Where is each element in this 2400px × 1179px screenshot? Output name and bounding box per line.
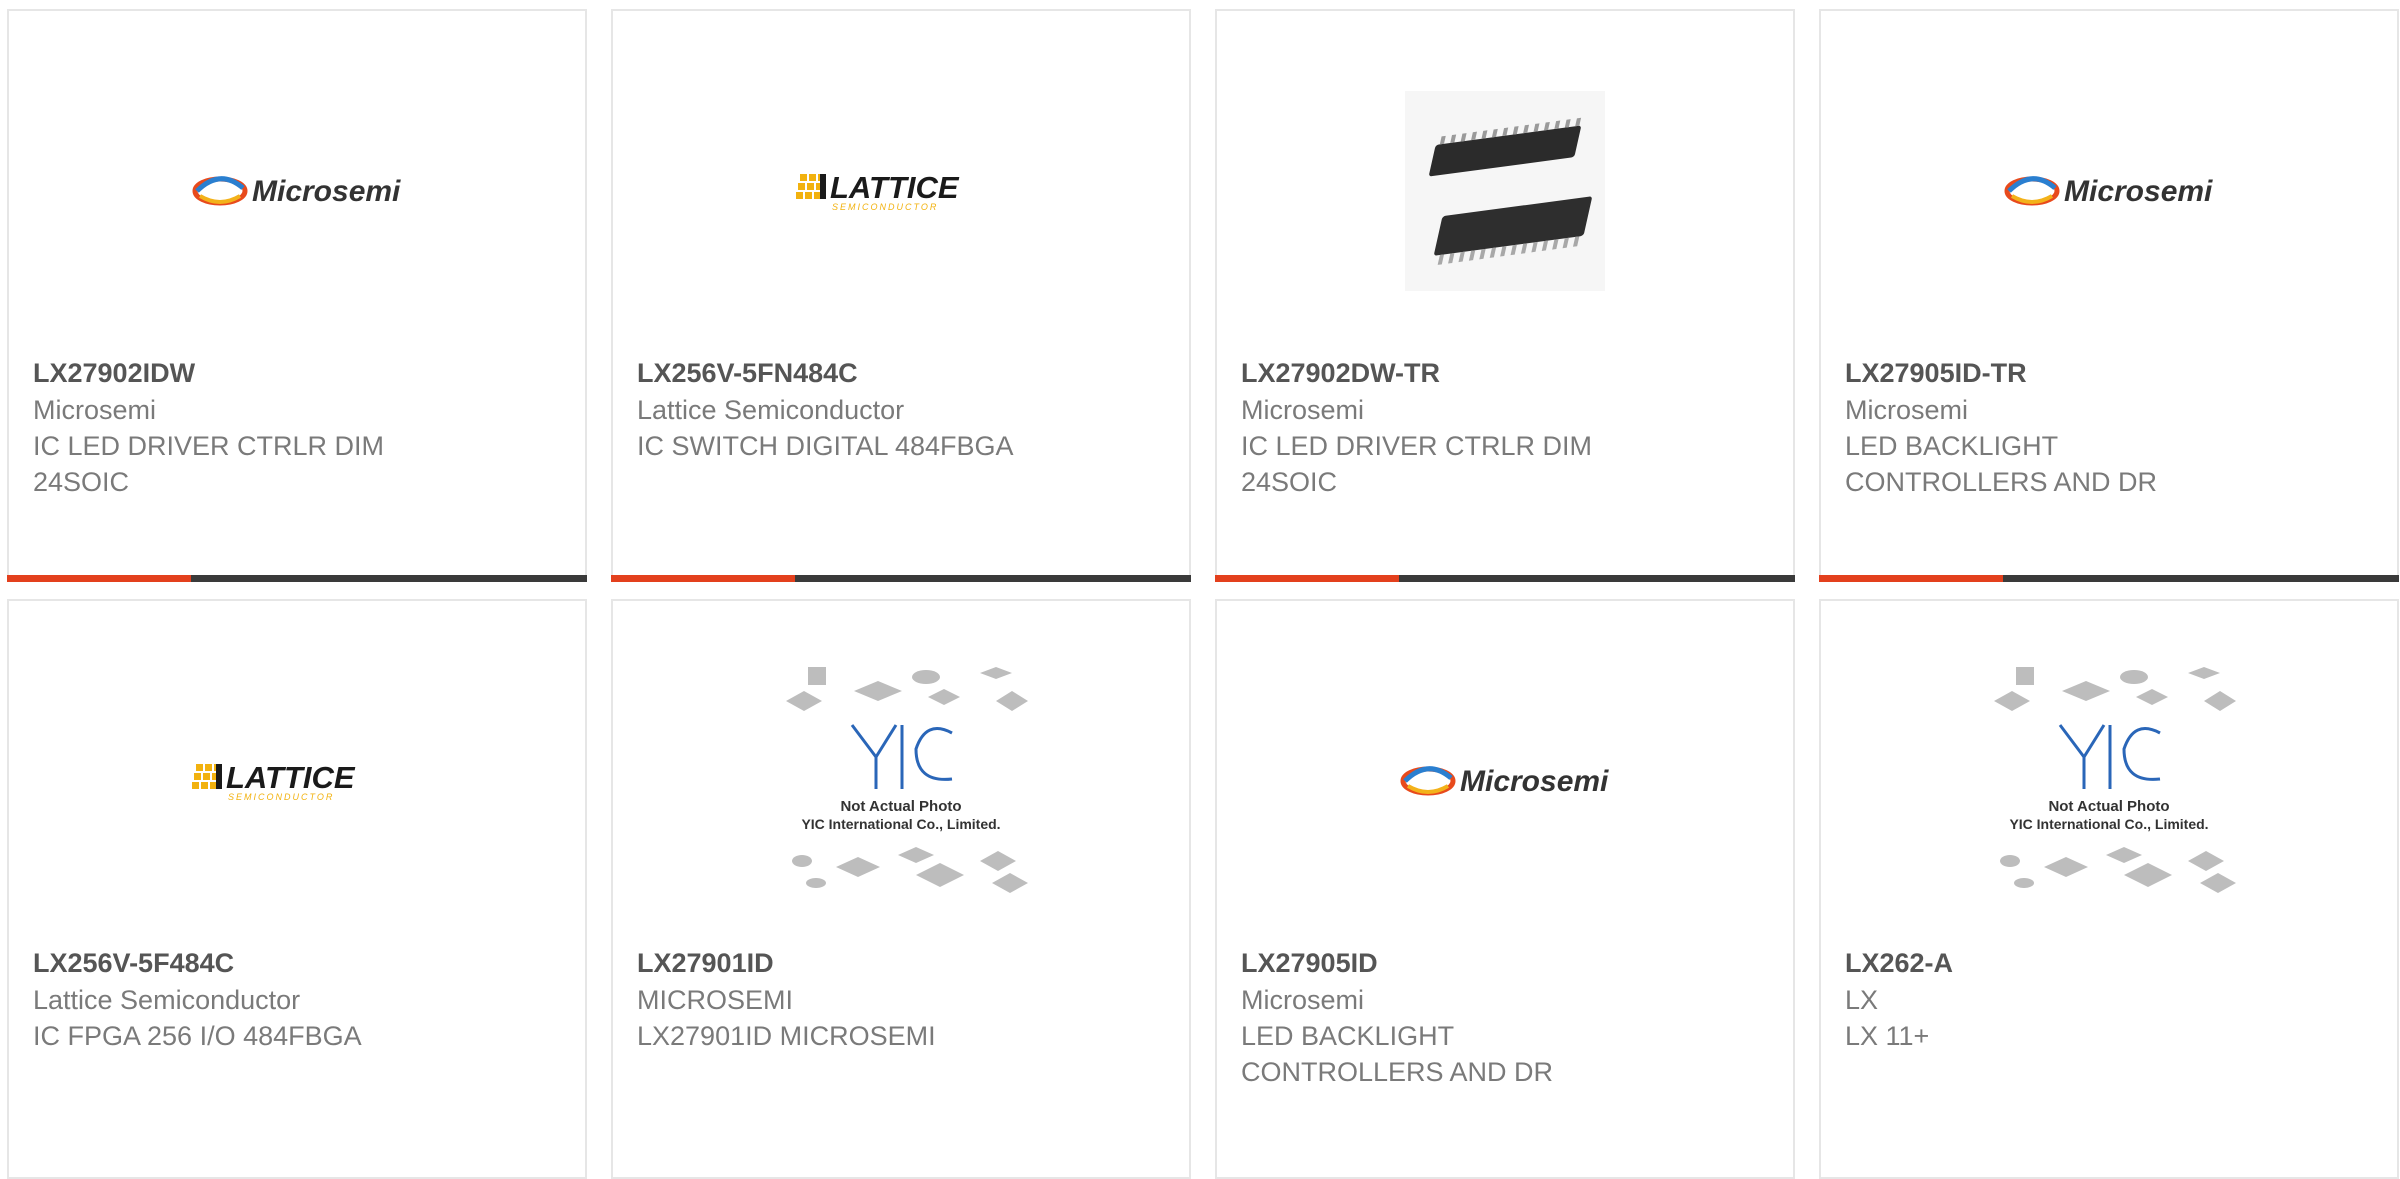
card-bottom-bar <box>611 575 1191 582</box>
microsemi-logo-icon: Microsemi <box>1400 756 1610 806</box>
product-card[interactable]: Microsemi LX27905ID-TR Microsemi LED BAC… <box>1819 9 2399 582</box>
manufacturer: Microsemi <box>1241 985 1365 1015</box>
product-image[interactable]: Microsemi <box>9 71 585 311</box>
manufacturer: Lattice Semiconductor <box>637 395 905 425</box>
product-image[interactable]: Microsemi <box>1217 661 1793 901</box>
product-info: LX262-A LX LX 11+ <box>1845 944 2373 1054</box>
svg-text:Not Actual Photo: Not Actual Photo <box>2048 798 2169 815</box>
microsemi-logo-icon: Microsemi <box>2004 166 2214 216</box>
part-number[interactable]: LX262-A <box>1845 944 2373 982</box>
product-grid: Microsemi LX27902IDW Microsemi IC LED DR… <box>0 0 2400 1179</box>
product-card[interactable]: Microsemi LX27905ID Microsemi LED BACKLI… <box>1215 599 1795 1179</box>
svg-text:Microsemi: Microsemi <box>252 175 401 208</box>
product-image[interactable]: Not Actual Photo YIC International Co., … <box>613 661 1189 901</box>
card-accent-bar <box>1819 575 2003 582</box>
manufacturer: LX <box>1845 985 1879 1015</box>
description: IC LED DRIVER CTRLR DIM 24SOIC <box>1241 431 1593 497</box>
svg-text:LATTICE: LATTICE <box>830 170 960 205</box>
part-number[interactable]: LX27905ID-TR <box>1845 354 2373 392</box>
svg-text:LATTICE: LATTICE <box>226 760 356 795</box>
product-info: LX27902DW-TR Microsemi IC LED DRIVER CTR… <box>1241 354 1769 500</box>
manufacturer: Microsemi <box>1845 395 1969 425</box>
svg-text:Not Actual Photo: Not Actual Photo <box>840 798 961 815</box>
manufacturer: Lattice Semiconductor <box>33 985 301 1015</box>
product-image[interactable]: Not Actual Photo YIC International Co., … <box>1821 661 2397 901</box>
product-info: LX256V-5F484C Lattice Semiconductor IC F… <box>33 944 561 1054</box>
product-image[interactable] <box>1217 71 1793 311</box>
product-image[interactable]: LATTICE SEMICONDUCTOR <box>613 71 1189 311</box>
card-bottom-bar <box>7 575 587 582</box>
part-number[interactable]: LX256V-5FN484C <box>637 354 1165 392</box>
product-card[interactable]: LATTICE SEMICONDUCTOR LX256V-5F484C Latt… <box>7 599 587 1179</box>
svg-text:Microsemi: Microsemi <box>2064 175 2213 208</box>
description: IC FPGA 256 I/O 484FBGA <box>33 1021 362 1051</box>
manufacturer: Microsemi <box>33 395 157 425</box>
microsemi-logo-icon: Microsemi <box>192 166 402 216</box>
manufacturer: MICROSEMI <box>637 985 794 1015</box>
description: LED BACKLIGHT CONTROLLERS AND DR <box>1845 431 2158 497</box>
lattice-logo-icon: LATTICE SEMICONDUCTOR <box>796 166 1006 216</box>
product-image[interactable]: Microsemi <box>1821 71 2397 311</box>
card-accent-bar <box>611 575 795 582</box>
product-info: LX27901ID MICROSEMI LX27901ID MICROSEMI <box>637 944 1165 1054</box>
description: IC SWITCH DIGITAL 484FBGA <box>637 431 1014 461</box>
description: IC LED DRIVER CTRLR DIM 24SOIC <box>33 431 385 497</box>
part-number[interactable]: LX27902DW-TR <box>1241 354 1769 392</box>
description: LX27901ID MICROSEMI <box>637 1021 936 1051</box>
lattice-logo-icon: LATTICE SEMICONDUCTOR <box>192 756 402 806</box>
product-card[interactable]: Microsemi LX27902IDW Microsemi IC LED DR… <box>7 9 587 582</box>
card-accent-bar <box>1215 575 1399 582</box>
product-card[interactable]: LATTICE SEMICONDUCTOR LX256V-5FN484C Lat… <box>611 9 1191 582</box>
description: LX 11+ <box>1845 1021 1930 1051</box>
description: LED BACKLIGHT CONTROLLERS AND DR <box>1241 1021 1554 1087</box>
placeholder-photo-icon: Not Actual Photo YIC International Co., … <box>1974 661 2244 901</box>
card-bottom-bar <box>1819 575 2399 582</box>
part-number[interactable]: LX27901ID <box>637 944 1165 982</box>
card-bottom-bar <box>1215 575 1795 582</box>
soic-chip-icon <box>1405 91 1605 291</box>
product-info: LX27905ID-TR Microsemi LED BACKLIGHT CON… <box>1845 354 2373 500</box>
svg-text:SEMICONDUCTOR: SEMICONDUCTOR <box>228 792 334 802</box>
product-card[interactable]: Not Actual Photo YIC International Co., … <box>611 599 1191 1179</box>
placeholder-photo-icon: Not Actual Photo YIC International Co., … <box>766 661 1036 901</box>
manufacturer: Microsemi <box>1241 395 1365 425</box>
svg-text:Microsemi: Microsemi <box>1460 765 1609 798</box>
part-number[interactable]: LX27905ID <box>1241 944 1769 982</box>
part-number[interactable]: LX256V-5F484C <box>33 944 561 982</box>
product-image[interactable]: LATTICE SEMICONDUCTOR <box>9 661 585 901</box>
product-info: LX27905ID Microsemi LED BACKLIGHT CONTRO… <box>1241 944 1769 1090</box>
svg-text:YIC International Co., Limited: YIC International Co., Limited. <box>801 816 1000 832</box>
part-number[interactable]: LX27902IDW <box>33 354 561 392</box>
product-card[interactable]: LX27902DW-TR Microsemi IC LED DRIVER CTR… <box>1215 9 1795 582</box>
svg-text:SEMICONDUCTOR: SEMICONDUCTOR <box>832 202 938 212</box>
card-accent-bar <box>7 575 191 582</box>
svg-text:YIC International Co., Limited: YIC International Co., Limited. <box>2009 816 2208 832</box>
product-info: LX256V-5FN484C Lattice Semiconductor IC … <box>637 354 1165 464</box>
product-card[interactable]: Not Actual Photo YIC International Co., … <box>1819 599 2399 1179</box>
product-info: LX27902IDW Microsemi IC LED DRIVER CTRLR… <box>33 354 561 500</box>
